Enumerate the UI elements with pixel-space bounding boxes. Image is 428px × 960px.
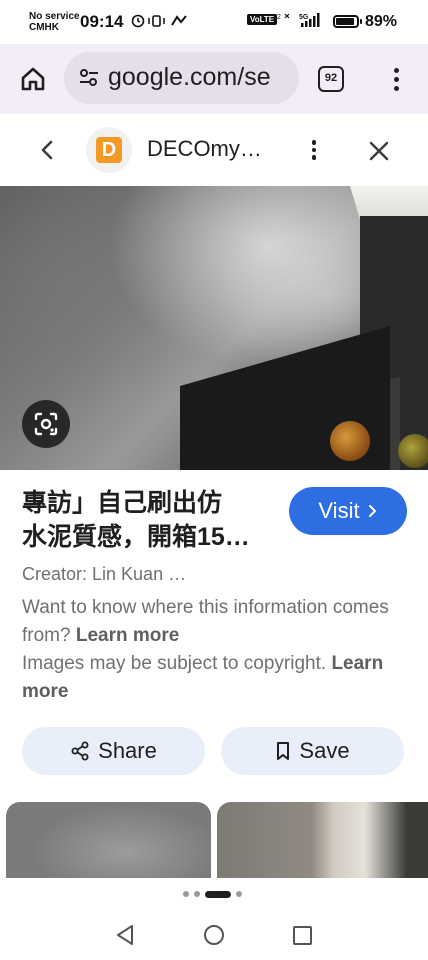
alarm-vibrate-nfc-icon — [131, 14, 187, 28]
bookmark-icon — [277, 742, 290, 760]
home-icon — [21, 67, 45, 91]
result-image[interactable] — [0, 186, 428, 470]
tune-icon[interactable] — [78, 68, 100, 88]
address-bar[interactable]: google.com/se — [64, 52, 299, 104]
share-button[interactable]: Share — [22, 727, 205, 775]
learn-more-link[interactable]: Learn more — [76, 625, 179, 646]
more-vert-icon — [311, 140, 317, 145]
site-name[interactable]: DECOmy… — [147, 136, 262, 162]
tab-switcher-button[interactable]: 92 — [318, 66, 344, 92]
browser-toolbar: google.com/se 92 — [0, 44, 428, 114]
browser-menu-button[interactable] — [386, 62, 406, 96]
visit-button[interactable]: Visit — [289, 487, 407, 535]
close-icon[interactable] — [366, 138, 392, 164]
panel-more-button[interactable] — [304, 136, 324, 164]
page-indicator — [183, 889, 242, 899]
save-button[interactable]: Save — [221, 727, 404, 775]
svg-text:2: 2 — [277, 14, 281, 21]
creator-label: Creator: Lin Kuan … — [22, 564, 187, 584]
page-dot-active — [205, 890, 231, 898]
page-dot — [183, 891, 189, 897]
nav-back-icon[interactable] — [113, 922, 137, 948]
nav-recents-icon[interactable] — [292, 925, 313, 946]
related-image-thumbnail[interactable] — [217, 802, 428, 878]
lens-icon — [34, 412, 58, 436]
chevron-right-icon — [368, 505, 376, 517]
clock: 09:14 — [80, 12, 124, 31]
related-image-thumbnail[interactable] — [6, 802, 211, 878]
more-vert-icon — [393, 67, 399, 73]
status-icons — [131, 13, 191, 32]
battery-icon — [333, 15, 362, 28]
nav-home-icon[interactable] — [203, 924, 225, 946]
volte-badge: VoLTE — [247, 14, 278, 25]
svg-text:5G: 5G — [299, 14, 309, 21]
signal-icon: 2 5G — [277, 13, 320, 27]
info-text: Want to know where this information come… — [22, 597, 389, 702]
page-dot — [236, 891, 242, 897]
chevron-left-icon[interactable] — [36, 136, 60, 164]
site-logo: D — [86, 127, 132, 173]
carrier-label: No service CMHK — [29, 11, 80, 33]
home-button[interactable] — [16, 62, 50, 96]
lens-button[interactable] — [22, 400, 70, 448]
page-dot — [194, 891, 200, 897]
url-text: google.com/se — [108, 63, 271, 91]
share-icon — [71, 741, 89, 761]
status-bar: No service CMHK 09:14 VoLTE 2 5G 89% — [0, 0, 428, 44]
image-panel-header: D DECOmy… — [0, 114, 428, 186]
battery-percent: 89% — [365, 13, 398, 30]
result-title[interactable]: 專訪」自己刷出仿 水泥質感，開箱15… — [22, 486, 280, 554]
